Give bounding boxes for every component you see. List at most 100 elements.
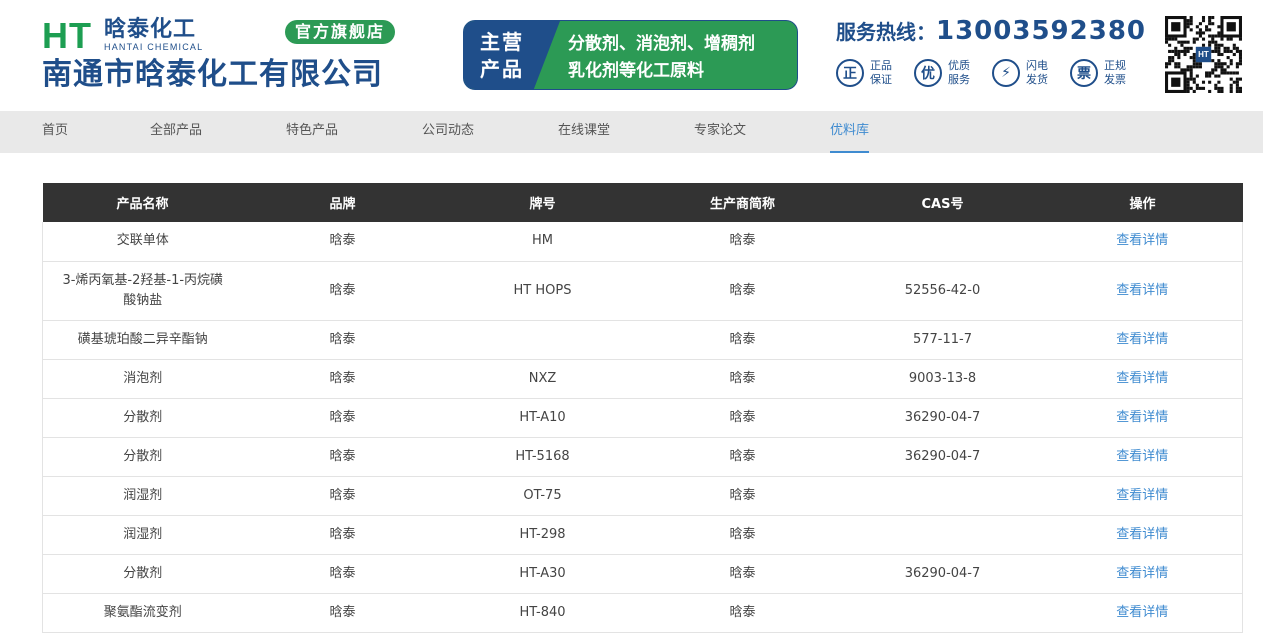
- site-header: HT 晗泰化工 HANTAI CHEMICAL 官方旗舰店 南通市晗泰化工有限公…: [0, 0, 1263, 111]
- col-cas: CAS号: [842, 183, 1043, 222]
- guarantee-item: ⚡ 闪电 发货: [992, 59, 1052, 87]
- cell-product-name: 润湿剂: [123, 487, 163, 503]
- view-details-link-cell: 查看详情: [1042, 261, 1243, 321]
- product-table-wrap: 产品名称 品牌 牌号 生产商简称 CAS号 操作 交联单体 晗泰 HM 晗泰 查看详情 3-烯丙氧基…: [42, 183, 1243, 633]
- table-header-row: 产品名称 品牌 牌号 生产商简称 CAS号 操作: [42, 183, 1243, 222]
- view-details-link[interactable]: 查看详情: [1116, 488, 1168, 503]
- cell-manufacturer-cell: 晗泰: [642, 261, 843, 321]
- cell-product-name: 磺基琥珀酸二异辛酯钠: [77, 331, 208, 347]
- cell-grade-cell: HT-A30: [442, 554, 643, 594]
- cell-manufacturer: 晗泰: [729, 370, 756, 386]
- cell-brand: 晗泰: [329, 331, 356, 347]
- cell-product-name-cell: 聚氨酯流变剂: [42, 593, 243, 633]
- cell-manufacturer: 晗泰: [729, 487, 756, 503]
- view-details-link-cell: 查看详情: [1042, 554, 1243, 594]
- cell-product-name-cell: 磺基琥珀酸二异辛酯钠: [42, 320, 243, 360]
- guarantee-list: 正正品 保证优优质 服务 ⚡ 闪电 发货票正规 发票: [836, 59, 1148, 87]
- view-details-link[interactable]: 查看详情: [1116, 605, 1168, 620]
- cell-manufacturer-cell: 晗泰: [642, 437, 843, 477]
- nav-material-library[interactable]: 优料库: [830, 111, 870, 153]
- cell-product-name: 交联单体: [116, 233, 169, 249]
- view-details-link[interactable]: 查看详情: [1116, 449, 1168, 464]
- cell-product-name-cell: 交联单体: [42, 222, 243, 262]
- view-details-link[interactable]: 查看详情: [1116, 527, 1168, 542]
- cell-product-name-cell: 消泡剂: [42, 359, 243, 399]
- guarantee-item: 正正品 保证: [836, 59, 896, 87]
- col-product-name: 产品名称: [42, 183, 243, 222]
- view-details-link-cell: 查看详情: [1042, 398, 1243, 438]
- cell-grade: NXZ: [528, 370, 557, 386]
- cell-grade: HT-298: [519, 526, 566, 542]
- view-details-link[interactable]: 查看详情: [1116, 283, 1168, 298]
- cell-cas-cell: 577-11-7: [842, 320, 1043, 360]
- main-business-products: 分散剂、消泡剂、增稠剂 乳化剂等化工原料: [568, 34, 755, 81]
- cell-cas: 36290-04-7: [904, 565, 981, 581]
- cell-product-name: 消泡剂: [123, 370, 163, 386]
- nav-company-news[interactable]: 公司动态: [422, 111, 474, 153]
- cell-manufacturer: 晗泰: [729, 409, 756, 425]
- cell-brand-cell: 晗泰: [242, 476, 443, 516]
- guarantee-item: 优优质 服务: [914, 59, 974, 87]
- cell-manufacturer: 晗泰: [729, 233, 756, 249]
- cell-grade: HT-840: [519, 604, 566, 620]
- view-details-link[interactable]: 查看详情: [1116, 332, 1168, 347]
- nav-home[interactable]: 首页: [42, 111, 68, 153]
- col-action: 操作: [1042, 183, 1243, 222]
- cell-product-name: 分散剂: [123, 448, 163, 464]
- cell-product-name-cell: 3-烯丙氧基-2羟基-1-丙烷磺酸钠盐: [42, 261, 243, 321]
- table-row: 润湿剂 晗泰 HT-298 晗泰 查看详情: [42, 515, 1243, 555]
- view-details-link-cell: 查看详情: [1042, 476, 1243, 516]
- cell-grade: HT-5168: [515, 448, 570, 464]
- cell-cas-cell: 36290-04-7: [842, 437, 1043, 477]
- cell-cas-cell: [842, 476, 1043, 516]
- nav-online-class[interactable]: 在线课堂: [558, 111, 610, 153]
- cell-manufacturer: 晗泰: [729, 331, 756, 347]
- cell-manufacturer-cell: 晗泰: [642, 398, 843, 438]
- cell-brand: 晗泰: [329, 370, 356, 386]
- col-brand: 品牌: [242, 183, 443, 222]
- cell-grade: HT-A10: [519, 409, 566, 425]
- view-details-link[interactable]: 查看详情: [1116, 410, 1168, 425]
- main-business-banner: 主营 产品 分散剂、消泡剂、增稠剂 乳化剂等化工原料: [463, 20, 798, 90]
- cell-product-name: 3-烯丙氧基-2羟基-1-丙烷磺酸钠盐: [62, 272, 224, 308]
- cell-brand: 晗泰: [329, 282, 356, 298]
- cell-cas: 52556-42-0: [904, 282, 981, 298]
- nav-expert-papers[interactable]: 专家论文: [694, 111, 746, 153]
- cell-cas-cell: 36290-04-7: [842, 554, 1043, 594]
- nav-featured-products[interactable]: 特色产品: [286, 111, 338, 153]
- cell-brand: 晗泰: [329, 233, 356, 249]
- cell-cas-cell: [842, 593, 1043, 633]
- table-row: 分散剂 晗泰 HT-5168 晗泰 36290-04-7 查看详情: [42, 437, 1243, 477]
- cell-brand: 晗泰: [329, 565, 356, 581]
- logo-block[interactable]: HT 晗泰化工 HANTAI CHEMICAL 官方旗舰店 南通市晗泰化工有限公…: [42, 16, 422, 96]
- cell-product-name: 分散剂: [123, 409, 163, 425]
- cell-brand-cell: 晗泰: [242, 515, 443, 555]
- table-row: 分散剂 晗泰 HT-A10 晗泰 36290-04-7 查看详情: [42, 398, 1243, 438]
- table-row: 消泡剂 晗泰 NXZ 晗泰 9003-13-8 查看详情: [42, 359, 1243, 399]
- hotline-label: 服务热线：: [836, 20, 936, 44]
- qr-code-icon: HT: [1165, 16, 1242, 93]
- hotline-number: 13003592380: [936, 16, 1146, 46]
- cell-manufacturer-cell: 晗泰: [642, 476, 843, 516]
- view-details-link[interactable]: 查看详情: [1116, 566, 1168, 581]
- main-nav: 首页 全部产品 特色产品 公司动态 在线课堂 专家论文 优料库: [0, 111, 1263, 153]
- guarantee-item: 票正规 发票: [1070, 59, 1130, 87]
- cell-grade: HM: [532, 233, 553, 249]
- view-details-link-cell: 查看详情: [1042, 320, 1243, 360]
- table-row: 3-烯丙氧基-2羟基-1-丙烷磺酸钠盐 晗泰 HT HOPS 晗泰 52556-42-0…: [42, 261, 1243, 321]
- cell-cas: 36290-04-7: [904, 409, 981, 425]
- guarantee-text: 闪电 发货: [1026, 59, 1048, 86]
- cell-brand: 晗泰: [329, 526, 356, 542]
- view-details-link[interactable]: 查看详情: [1116, 233, 1168, 248]
- nav-all-products[interactable]: 全部产品: [150, 111, 202, 153]
- cell-manufacturer: 晗泰: [729, 565, 756, 581]
- cell-product-name: 聚氨酯流变剂: [103, 604, 182, 620]
- table-row: 交联单体 晗泰 HM 晗泰 查看详情: [42, 222, 1243, 262]
- view-details-link[interactable]: 查看详情: [1116, 371, 1168, 386]
- cell-cas-cell: [842, 222, 1043, 262]
- cell-manufacturer: 晗泰: [729, 604, 756, 620]
- cell-cas: 36290-04-7: [904, 448, 981, 464]
- cell-brand: 晗泰: [329, 448, 356, 464]
- cell-manufacturer-cell: 晗泰: [642, 222, 843, 262]
- cell-brand-cell: 晗泰: [242, 261, 443, 321]
